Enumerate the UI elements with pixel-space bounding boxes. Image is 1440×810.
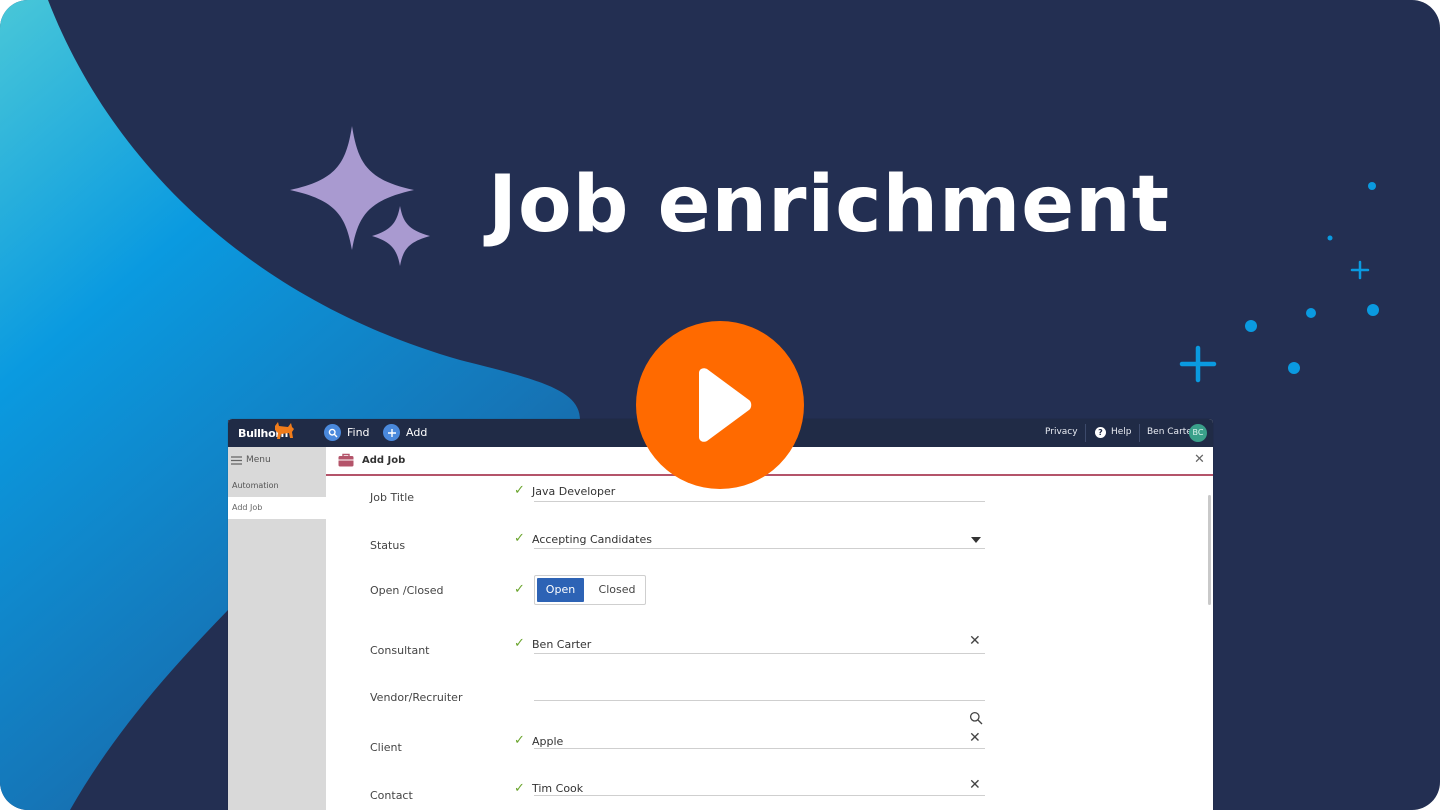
dropdown-caret-icon[interactable] — [971, 537, 981, 543]
check-icon: ✓ — [514, 733, 525, 748]
close-icon[interactable]: ✕ — [1194, 452, 1205, 467]
bull-logo-icon — [275, 422, 294, 439]
open-option[interactable]: Open — [537, 578, 584, 602]
menu-button[interactable]: Menu — [231, 455, 271, 465]
sidebar-item-automation[interactable]: Automation — [228, 475, 326, 497]
consultant-input[interactable]: Ben Carter — [532, 638, 591, 651]
client-label: Client — [370, 741, 402, 754]
check-icon: ✓ — [514, 582, 525, 597]
play-button[interactable] — [636, 321, 804, 489]
topbar-divider — [1085, 424, 1086, 442]
menu-icon — [231, 455, 242, 465]
play-icon — [699, 368, 752, 442]
open-closed-toggle: Open Closed — [534, 575, 646, 605]
privacy-link[interactable]: Privacy — [1045, 427, 1078, 437]
check-icon: ✓ — [514, 781, 525, 796]
panel-title: Add Job — [362, 455, 406, 466]
scrollbar[interactable] — [1208, 495, 1211, 605]
menu-label: Menu — [246, 455, 271, 465]
consultant-underline — [534, 653, 985, 654]
job-title-label: Job Title — [370, 491, 415, 504]
client-underline — [534, 748, 985, 749]
clear-contact-icon[interactable]: ✕ — [969, 777, 981, 793]
closed-option[interactable]: Closed — [589, 578, 645, 602]
clear-client-icon[interactable]: ✕ — [969, 730, 981, 746]
job-title-underline — [534, 501, 985, 502]
contact-label: Contact — [370, 789, 413, 802]
clear-consultant-icon[interactable]: ✕ — [969, 633, 981, 649]
check-icon: ✓ — [514, 483, 525, 498]
search-icon[interactable] — [969, 711, 983, 725]
check-icon: ✓ — [514, 636, 525, 651]
consultant-label: Consultant — [370, 644, 430, 657]
client-input[interactable]: Apple — [532, 735, 563, 748]
plus-icon — [383, 424, 400, 441]
find-button[interactable]: Find — [324, 424, 370, 441]
status-underline — [534, 548, 985, 549]
contact-underline — [534, 795, 985, 796]
vendor-recruiter-underline — [534, 700, 985, 701]
find-label: Find — [347, 426, 370, 439]
search-icon — [324, 424, 341, 441]
contact-input[interactable]: Tim Cook — [532, 782, 583, 795]
vendor-recruiter-label: Vendor/Recruiter — [370, 691, 463, 704]
add-button[interactable]: Add — [383, 424, 427, 441]
briefcase-icon — [338, 453, 354, 467]
status-select[interactable]: Accepting Candidates — [532, 533, 652, 546]
open-closed-label: Open /Closed — [370, 584, 444, 597]
help-icon[interactable]: ? — [1095, 427, 1106, 438]
video-thumbnail: Job enrichment Bullhorn Find Add Privacy… — [0, 0, 1440, 810]
check-icon: ✓ — [514, 531, 525, 546]
add-job-panel: Add Job ✕ Job Title ✓ Java Developer Sta… — [326, 447, 1213, 810]
add-label: Add — [406, 426, 428, 439]
sidebar-item-add-job[interactable]: Add Job — [228, 497, 326, 519]
status-label: Status — [370, 539, 406, 552]
avatar[interactable]: BC — [1189, 424, 1207, 442]
help-link[interactable]: Help — [1111, 427, 1132, 437]
sidebar: Menu Automation Add Job — [228, 447, 326, 810]
topbar-divider — [1139, 424, 1140, 442]
job-title-input[interactable]: Java Developer — [532, 485, 615, 498]
